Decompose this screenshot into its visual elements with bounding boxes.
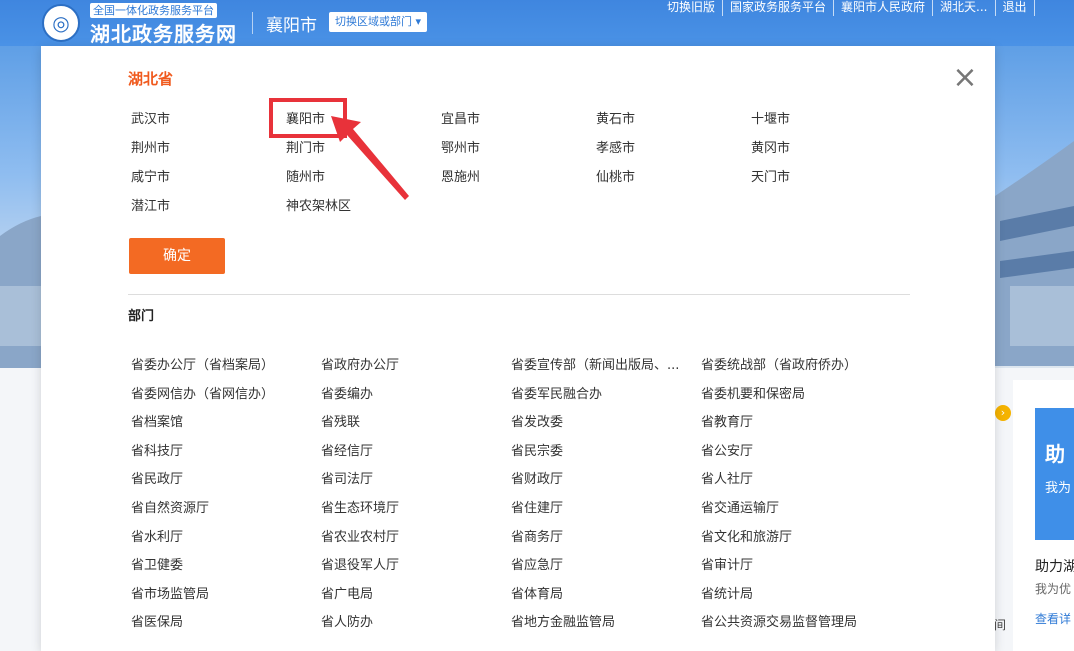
- top-links: 切换旧版 国家政务服务平台 襄阳市人民政府 湖北天... 退出: [660, 0, 1035, 16]
- department-item[interactable]: 省医保局: [131, 611, 321, 640]
- top-link-user[interactable]: 湖北天...: [933, 0, 996, 16]
- city-row: 荆州市 荆门市 鄂州市 孝感市 黄冈市: [131, 137, 911, 166]
- background-text: 间: [994, 618, 1007, 632]
- department-item[interactable]: 省民政厅: [131, 468, 321, 497]
- department-item[interactable]: 省教育厅: [701, 411, 891, 440]
- city-item[interactable]: 仙桃市: [596, 166, 751, 195]
- province-title: 湖北省: [128, 70, 174, 88]
- city-row: 咸宁市 随州市 恩施州 仙桃市 天门市: [131, 166, 911, 195]
- department-row: 省医保局 省人防办 省地方金融监管局 省公共资源交易监督管理局: [131, 611, 911, 640]
- close-icon[interactable]: ×: [951, 63, 979, 93]
- promo-link[interactable]: 查看详: [1035, 610, 1071, 627]
- department-item[interactable]: 省科技厅: [131, 440, 321, 469]
- department-item[interactable]: 省委机要和保密局: [701, 383, 891, 412]
- department-row: 省水利厅 省农业农村厅 省商务厅 省文化和旅游厅: [131, 526, 911, 555]
- department-row: 省科技厅 省经信厅 省民宗委 省公安厅: [131, 440, 911, 469]
- department-item[interactable]: 省广电局: [321, 583, 511, 612]
- department-item[interactable]: 省水利厅: [131, 526, 321, 555]
- department-item[interactable]: 省委宣传部（新闻出版局、...: [511, 354, 701, 383]
- department-row: 省市场监管局 省广电局 省体育局 省统计局: [131, 583, 911, 612]
- city-item[interactable]: 黄石市: [596, 108, 751, 137]
- promo-title: 助力湖: [1035, 559, 1074, 575]
- department-item[interactable]: 省残联: [321, 411, 511, 440]
- city-item[interactable]: 荆州市: [131, 137, 286, 166]
- department-list: 省委办公厅（省档案局） 省政府办公厅 省委宣传部（新闻出版局、... 省委统战部…: [131, 354, 911, 640]
- site-logo-icon[interactable]: ◎: [42, 4, 80, 42]
- city-row: 潜江市 神农架林区: [131, 195, 911, 224]
- city-item[interactable]: 黄冈市: [751, 137, 906, 166]
- department-row: 省委网信办（省网信办） 省委编办 省委军民融合办 省委机要和保密局: [131, 383, 911, 412]
- city-item[interactable]: 恩施州: [441, 166, 596, 195]
- department-row: 省委办公厅（省档案局） 省政府办公厅 省委宣传部（新闻出版局、... 省委统战部…: [131, 354, 911, 383]
- department-item[interactable]: 省住建厅: [511, 497, 701, 526]
- platform-tag: 全国一体化政务服务平台: [90, 3, 217, 18]
- department-item[interactable]: 省市场监管局: [131, 583, 321, 612]
- header-divider: [252, 12, 253, 34]
- side-promo-card[interactable]: 助 我为 助力湖 我为优 查看详: [1013, 380, 1074, 651]
- city-item[interactable]: 十堰市: [751, 108, 906, 137]
- department-row: 省自然资源厅 省生态环境厅 省住建厅 省交通运输厅: [131, 497, 911, 526]
- department-item[interactable]: 省商务厅: [511, 526, 701, 555]
- carousel-next-icon[interactable]: ›: [995, 405, 1011, 421]
- city-item[interactable]: 宜昌市: [441, 108, 596, 137]
- department-item[interactable]: 省档案馆: [131, 411, 321, 440]
- site-title[interactable]: 湖北政务服务网: [90, 18, 237, 47]
- department-item[interactable]: 省自然资源厅: [131, 497, 321, 526]
- department-item[interactable]: 省委军民融合办: [511, 383, 701, 412]
- city-list: 武汉市 襄阳市 宜昌市 黄石市 十堰市 荆州市 荆门市 鄂州市 孝感市 黄冈市 …: [131, 108, 911, 224]
- department-item[interactable]: 省人社厅: [701, 468, 891, 497]
- department-item[interactable]: 省审计厅: [701, 554, 891, 583]
- department-item[interactable]: 省退役军人厅: [321, 554, 511, 583]
- city-item[interactable]: 天门市: [751, 166, 906, 195]
- department-item[interactable]: 省公共资源交易监督管理局: [701, 611, 891, 640]
- section-divider: [128, 294, 910, 295]
- department-row: 省档案馆 省残联 省发改委 省教育厅: [131, 411, 911, 440]
- department-item[interactable]: 省体育局: [511, 583, 701, 612]
- city-item[interactable]: 潜江市: [131, 195, 286, 224]
- department-item[interactable]: 省财政厅: [511, 468, 701, 497]
- switch-region-button[interactable]: 切换区域或部门 ▾: [329, 12, 428, 32]
- city-item[interactable]: 咸宁市: [131, 166, 286, 195]
- department-item[interactable]: 省生态环境厅: [321, 497, 511, 526]
- city-row: 武汉市 襄阳市 宜昌市 黄石市 十堰市: [131, 108, 911, 137]
- department-item[interactable]: 省政府办公厅: [321, 354, 511, 383]
- site-header: ◎ 全国一体化政务服务平台 湖北政务服务网 襄阳市 切换区域或部门 ▾ 切换旧版…: [0, 0, 1074, 46]
- department-item[interactable]: 省统计局: [701, 583, 891, 612]
- department-item[interactable]: 省人防办: [321, 611, 511, 640]
- department-item[interactable]: 省农业农村厅: [321, 526, 511, 555]
- region-selector-modal: × 湖北省 武汉市 襄阳市 宜昌市 黄石市 十堰市 荆州市 荆门市 鄂州市 孝感…: [41, 46, 995, 651]
- city-item[interactable]: 武汉市: [131, 108, 286, 137]
- department-section-title: 部门: [128, 309, 155, 324]
- department-item[interactable]: 省委办公厅（省档案局）: [131, 354, 321, 383]
- department-row: 省民政厅 省司法厅 省财政厅 省人社厅: [131, 468, 911, 497]
- confirm-button[interactable]: 确定: [129, 238, 225, 274]
- top-link-logout[interactable]: 退出: [996, 0, 1035, 16]
- department-item[interactable]: 省民宗委: [511, 440, 701, 469]
- promo-image: 助 我为: [1035, 408, 1074, 540]
- department-item[interactable]: 省文化和旅游厅: [701, 526, 891, 555]
- top-link-old-version[interactable]: 切换旧版: [660, 0, 724, 16]
- city-item[interactable]: 孝感市: [596, 137, 751, 166]
- top-link-city-government[interactable]: 襄阳市人民政府: [834, 0, 934, 16]
- current-city: 襄阳市: [266, 16, 317, 36]
- department-item[interactable]: 省经信厅: [321, 440, 511, 469]
- city-item[interactable]: 鄂州市: [441, 137, 596, 166]
- department-item[interactable]: 省应急厅: [511, 554, 701, 583]
- department-item[interactable]: 省发改委: [511, 411, 701, 440]
- top-link-national-platform[interactable]: 国家政务服务平台: [723, 0, 835, 16]
- promo-desc: 我为优: [1035, 582, 1072, 596]
- department-item[interactable]: 省地方金融监管局: [511, 611, 701, 640]
- department-item[interactable]: 省委网信办（省网信办）: [131, 383, 321, 412]
- department-item[interactable]: 省公安厅: [701, 440, 891, 469]
- department-item[interactable]: 省交通运输厅: [701, 497, 891, 526]
- department-item[interactable]: 省司法厅: [321, 468, 511, 497]
- department-item[interactable]: 省卫健委: [131, 554, 321, 583]
- department-item[interactable]: 省委统战部（省政府侨办）: [701, 354, 891, 383]
- department-item[interactable]: 省委编办: [321, 383, 511, 412]
- annotation-arrow-icon: [331, 116, 409, 200]
- department-row: 省卫健委 省退役军人厅 省应急厅 省审计厅: [131, 554, 911, 583]
